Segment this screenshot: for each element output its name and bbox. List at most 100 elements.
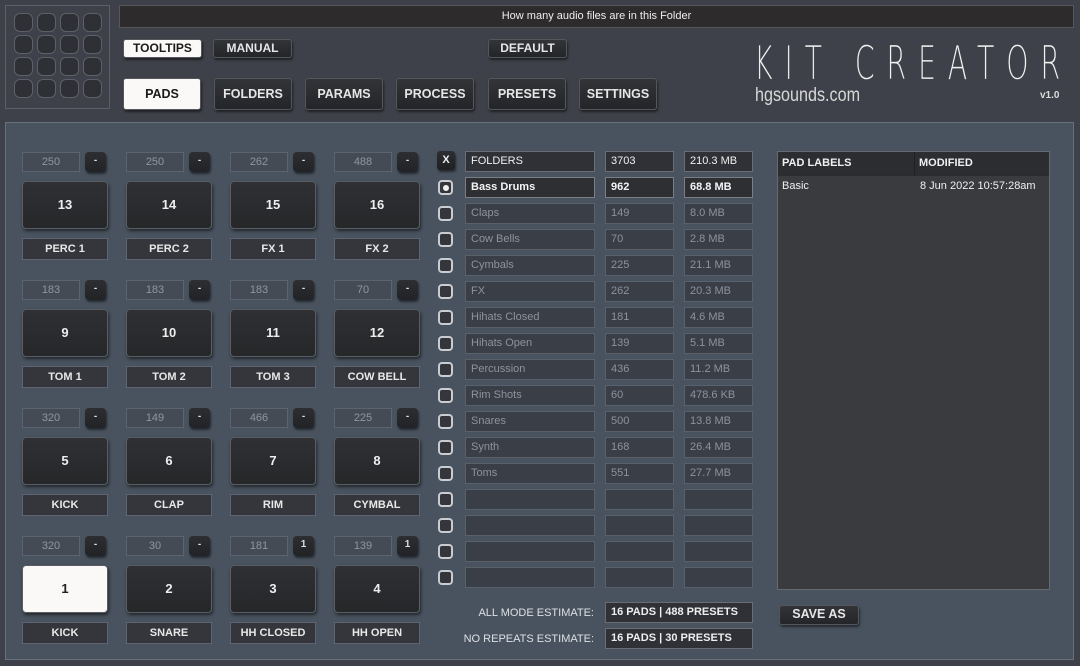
pad-sample-count: 320 [22,536,80,556]
pad-mode-button[interactable]: - [189,280,210,300]
folder-name[interactable]: Bass Drums [465,177,595,198]
manual-button[interactable]: MANUAL [213,39,292,58]
pad-mode-button[interactable]: 1 [293,536,314,556]
tab-process[interactable]: PROCESS [396,78,474,110]
folder-checkbox[interactable] [438,518,453,533]
folder-checkbox[interactable] [438,206,453,221]
tab-folders[interactable]: FOLDERS [214,78,292,110]
drum-pad[interactable]: 7 [230,437,316,485]
pad-label[interactable]: HH CLOSED [230,622,316,644]
drum-pad[interactable]: 4 [334,565,420,613]
pad-mode-button[interactable]: - [189,152,210,172]
folder-name[interactable]: Synth [465,437,595,458]
pad-mode-button[interactable]: - [85,408,106,428]
folder-name[interactable]: Hihats Closed [465,307,595,328]
pad-label[interactable]: KICK [22,622,108,644]
folder-name[interactable]: FX [465,281,595,302]
folder-checkbox[interactable] [438,492,453,507]
pad-mode-button[interactable]: - [189,408,210,428]
folder-checkbox[interactable] [438,570,453,585]
folder-checkbox[interactable] [438,258,453,273]
folder-name[interactable] [465,541,595,562]
pad-label[interactable]: SNARE [126,622,212,644]
default-button[interactable]: DEFAULT [488,39,567,58]
tab-pads[interactable]: PADS [123,78,201,110]
folder-name[interactable] [465,489,595,510]
pad-label[interactable]: TOM 1 [22,366,108,388]
pad-mode-button[interactable]: - [189,536,210,556]
pad-label[interactable]: FX 1 [230,238,316,260]
pad-label[interactable]: TOM 3 [230,366,316,388]
folder-checkbox[interactable] [438,232,453,247]
logo-cell [14,35,33,54]
folder-name[interactable] [465,567,595,588]
drum-pad[interactable]: 1 [22,565,108,613]
pad-label[interactable]: FX 2 [334,238,420,260]
folder-checkbox[interactable] [438,544,453,559]
pad-mode-button[interactable]: - [293,152,314,172]
folder-name[interactable]: Snares [465,411,595,432]
pad-mode-button[interactable]: - [293,408,314,428]
drum-pad[interactable]: 8 [334,437,420,485]
tab-params[interactable]: PARAMS [305,78,383,110]
folder-file-count: 962 [605,177,674,198]
pad-sample-count: 139 [334,536,392,556]
folder-checkbox[interactable] [438,414,453,429]
pad-label[interactable]: CLAP [126,494,212,516]
drum-pad[interactable]: 11 [230,309,316,357]
folder-checkbox[interactable] [438,336,453,351]
drum-pad[interactable]: 9 [22,309,108,357]
pad-mode-button[interactable]: - [85,152,106,172]
folder-checkbox[interactable] [438,466,453,481]
pad-mode-button[interactable]: - [85,536,106,556]
pad-label[interactable]: KICK [22,494,108,516]
folder-name[interactable]: Toms [465,463,595,484]
drum-pad[interactable]: 16 [334,181,420,229]
drum-pad[interactable]: 3 [230,565,316,613]
folder-name[interactable]: Claps [465,203,595,224]
tab-presets[interactable]: PRESETS [488,78,566,110]
pad-label[interactable]: HH OPEN [334,622,420,644]
folder-name[interactable] [465,515,595,536]
tab-settings[interactable]: SETTINGS [579,78,657,110]
pad-labels-list[interactable]: PAD LABELS MODIFIED Basic 8 Jun 2022 10:… [777,151,1050,590]
drum-pad[interactable]: 15 [230,181,316,229]
pad-label[interactable]: PERC 2 [126,238,212,260]
pad-label[interactable]: PERC 1 [22,238,108,260]
drum-pad[interactable]: 2 [126,565,212,613]
pad-mode-button[interactable]: 1 [397,536,418,556]
folder-checkbox[interactable] [438,362,453,377]
version-label: v1.0 [1040,90,1060,101]
folder-name[interactable]: Cow Bells [465,229,595,250]
drum-pad[interactable]: 14 [126,181,212,229]
list-item[interactable]: Basic 8 Jun 2022 10:57:28am [778,176,1049,196]
pad-mode-button[interactable]: - [397,280,418,300]
drum-pad[interactable]: 10 [126,309,212,357]
pad-mode-button[interactable]: - [397,408,418,428]
pad-label[interactable]: CYMBAL [334,494,420,516]
drum-pad[interactable]: 6 [126,437,212,485]
drum-pad[interactable]: 13 [22,181,108,229]
pad-mode-button[interactable]: - [85,280,106,300]
tooltips-toggle-button[interactable]: TOOLTIPS [123,39,202,58]
drum-pad[interactable]: 12 [334,309,420,357]
folder-name[interactable]: Rim Shots [465,385,595,406]
folder-checkbox[interactable] [438,310,453,325]
folder-checkbox[interactable] [438,440,453,455]
folder-checkbox[interactable] [438,284,453,299]
folder-checkbox[interactable] [438,180,453,195]
clear-folders-button[interactable]: X [437,151,455,170]
pad-mode-button[interactable]: - [397,152,418,172]
column-header-pad-labels[interactable]: PAD LABELS [778,152,915,175]
folder-name[interactable]: Hihats Open [465,333,595,354]
pad-mode-button[interactable]: - [293,280,314,300]
save-as-button[interactable]: SAVE AS [779,605,859,625]
column-header-modified[interactable]: MODIFIED [915,152,973,175]
pad-label[interactable]: RIM [230,494,316,516]
folder-checkbox[interactable] [438,388,453,403]
pad-label[interactable]: TOM 2 [126,366,212,388]
folder-name[interactable]: Percussion [465,359,595,380]
pad-label[interactable]: COW BELL [334,366,420,388]
drum-pad[interactable]: 5 [22,437,108,485]
folder-name[interactable]: Cymbals [465,255,595,276]
